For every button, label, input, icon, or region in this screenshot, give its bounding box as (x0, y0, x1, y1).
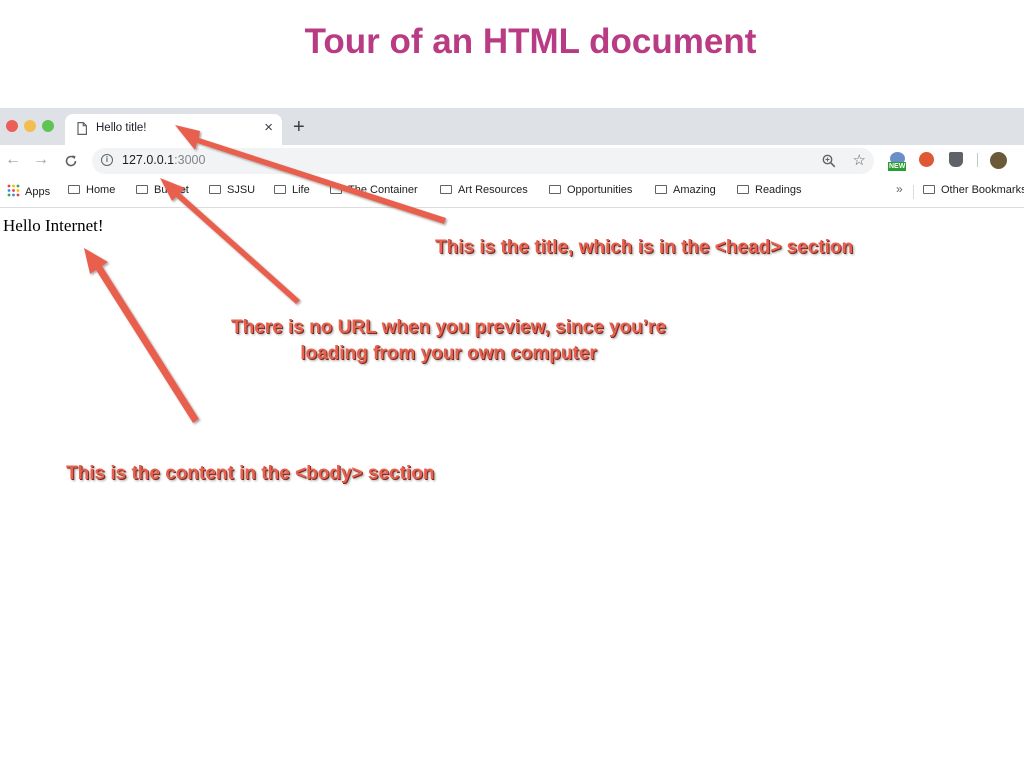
bookmark-label: Art Resources (458, 184, 528, 196)
new-badge: NEW (888, 162, 907, 171)
browser-window: Hello title! × + ← → i 127.0.0.1:3000 ☆ … (0, 108, 1024, 208)
bookmark-other[interactable]: Other Bookmarks (923, 184, 1024, 196)
forward-arrow-icon[interactable]: → (33, 151, 49, 169)
maximize-window-button[interactable] (42, 120, 54, 132)
annotation-url: There is no URL when you preview, since … (231, 315, 666, 367)
bookmark-label: Budget (154, 184, 189, 196)
bookmark-label: The Container (348, 184, 418, 196)
bookmark-folder[interactable]: Home (68, 184, 115, 196)
zoom-icon[interactable] (822, 154, 836, 168)
toolbar-divider (977, 153, 978, 167)
bookmark-label: Life (292, 184, 310, 196)
duckduckgo-icon[interactable] (919, 152, 934, 167)
reload-icon[interactable] (64, 154, 78, 168)
tab-title: Hello title! (96, 122, 147, 134)
bookmark-folder[interactable]: Budget (136, 184, 189, 196)
bookmark-label: Apps (25, 186, 51, 198)
tab-strip: Hello title! × + (0, 108, 1024, 145)
folder-icon (68, 185, 80, 194)
bookmark-label: Opportunities (567, 184, 633, 196)
folder-icon (549, 185, 561, 194)
folder-icon (209, 185, 221, 194)
folder-icon (440, 185, 452, 194)
bookmarks-bar: Apps Home Budget SJSU Life The Container… (0, 178, 1024, 208)
star-icon[interactable]: ☆ (853, 151, 866, 169)
folder-icon (274, 185, 286, 194)
bookmark-label: Home (86, 184, 116, 196)
info-icon[interactable]: i (101, 154, 113, 166)
shield-icon[interactable] (949, 152, 963, 167)
minimize-window-button[interactable] (24, 120, 36, 132)
bookmark-folder[interactable]: The Container (330, 184, 418, 196)
bookmark-folder[interactable]: Opportunities (549, 184, 632, 196)
arrow-icon (84, 248, 199, 423)
toolbar: ← → i 127.0.0.1:3000 ☆ NEW (0, 145, 1024, 178)
plus-icon[interactable]: + (293, 117, 305, 137)
bookmark-label: Readings (755, 184, 802, 196)
page-icon (77, 122, 87, 135)
bookmarks-divider (913, 185, 914, 199)
close-window-button[interactable] (6, 120, 18, 132)
bookmark-folder[interactable]: Art Resources (440, 184, 528, 196)
bookmark-folder[interactable]: Readings (737, 184, 801, 196)
avatar[interactable] (990, 152, 1007, 169)
folder-icon (136, 185, 148, 194)
folder-icon (655, 185, 667, 194)
bookmark-folder[interactable]: Life (274, 184, 310, 196)
page-body-text: Hello Internet! (3, 216, 104, 235)
folder-icon (737, 185, 749, 194)
bookmark-folder[interactable]: Amazing (655, 184, 716, 196)
address-bar[interactable]: i 127.0.0.1:3000 ☆ (92, 148, 874, 174)
annotation-body: This is the content in the <body> sectio… (66, 463, 435, 484)
bookmark-label: SJSU (227, 184, 256, 196)
apps-grid-icon (7, 184, 20, 197)
bookmark-folder[interactable]: SJSU (209, 184, 255, 196)
bookmark-label: Other Bookmarks (941, 184, 1024, 196)
slide-title: Tour of an HTML document (304, 22, 757, 61)
extension-new-icon[interactable]: NEW (888, 152, 908, 171)
bookmark-apps[interactable]: Apps (7, 184, 50, 198)
folder-icon (923, 185, 935, 194)
close-icon[interactable]: × (264, 119, 273, 137)
annotation-url-line2: loading from your own computer (300, 343, 597, 364)
bookmarks-overflow-button[interactable]: » (896, 182, 903, 196)
annotation-title: This is the title, which is in the <head… (435, 237, 854, 258)
tab-active[interactable]: Hello title! × (65, 114, 282, 145)
annotation-url-line1: There is no URL when you preview, since … (231, 317, 667, 338)
folder-icon (330, 185, 342, 194)
bookmark-label: Amazing (673, 184, 716, 196)
back-arrow-icon[interactable]: ← (5, 151, 21, 169)
url-text[interactable]: 127.0.0.1:3000 (122, 153, 205, 167)
